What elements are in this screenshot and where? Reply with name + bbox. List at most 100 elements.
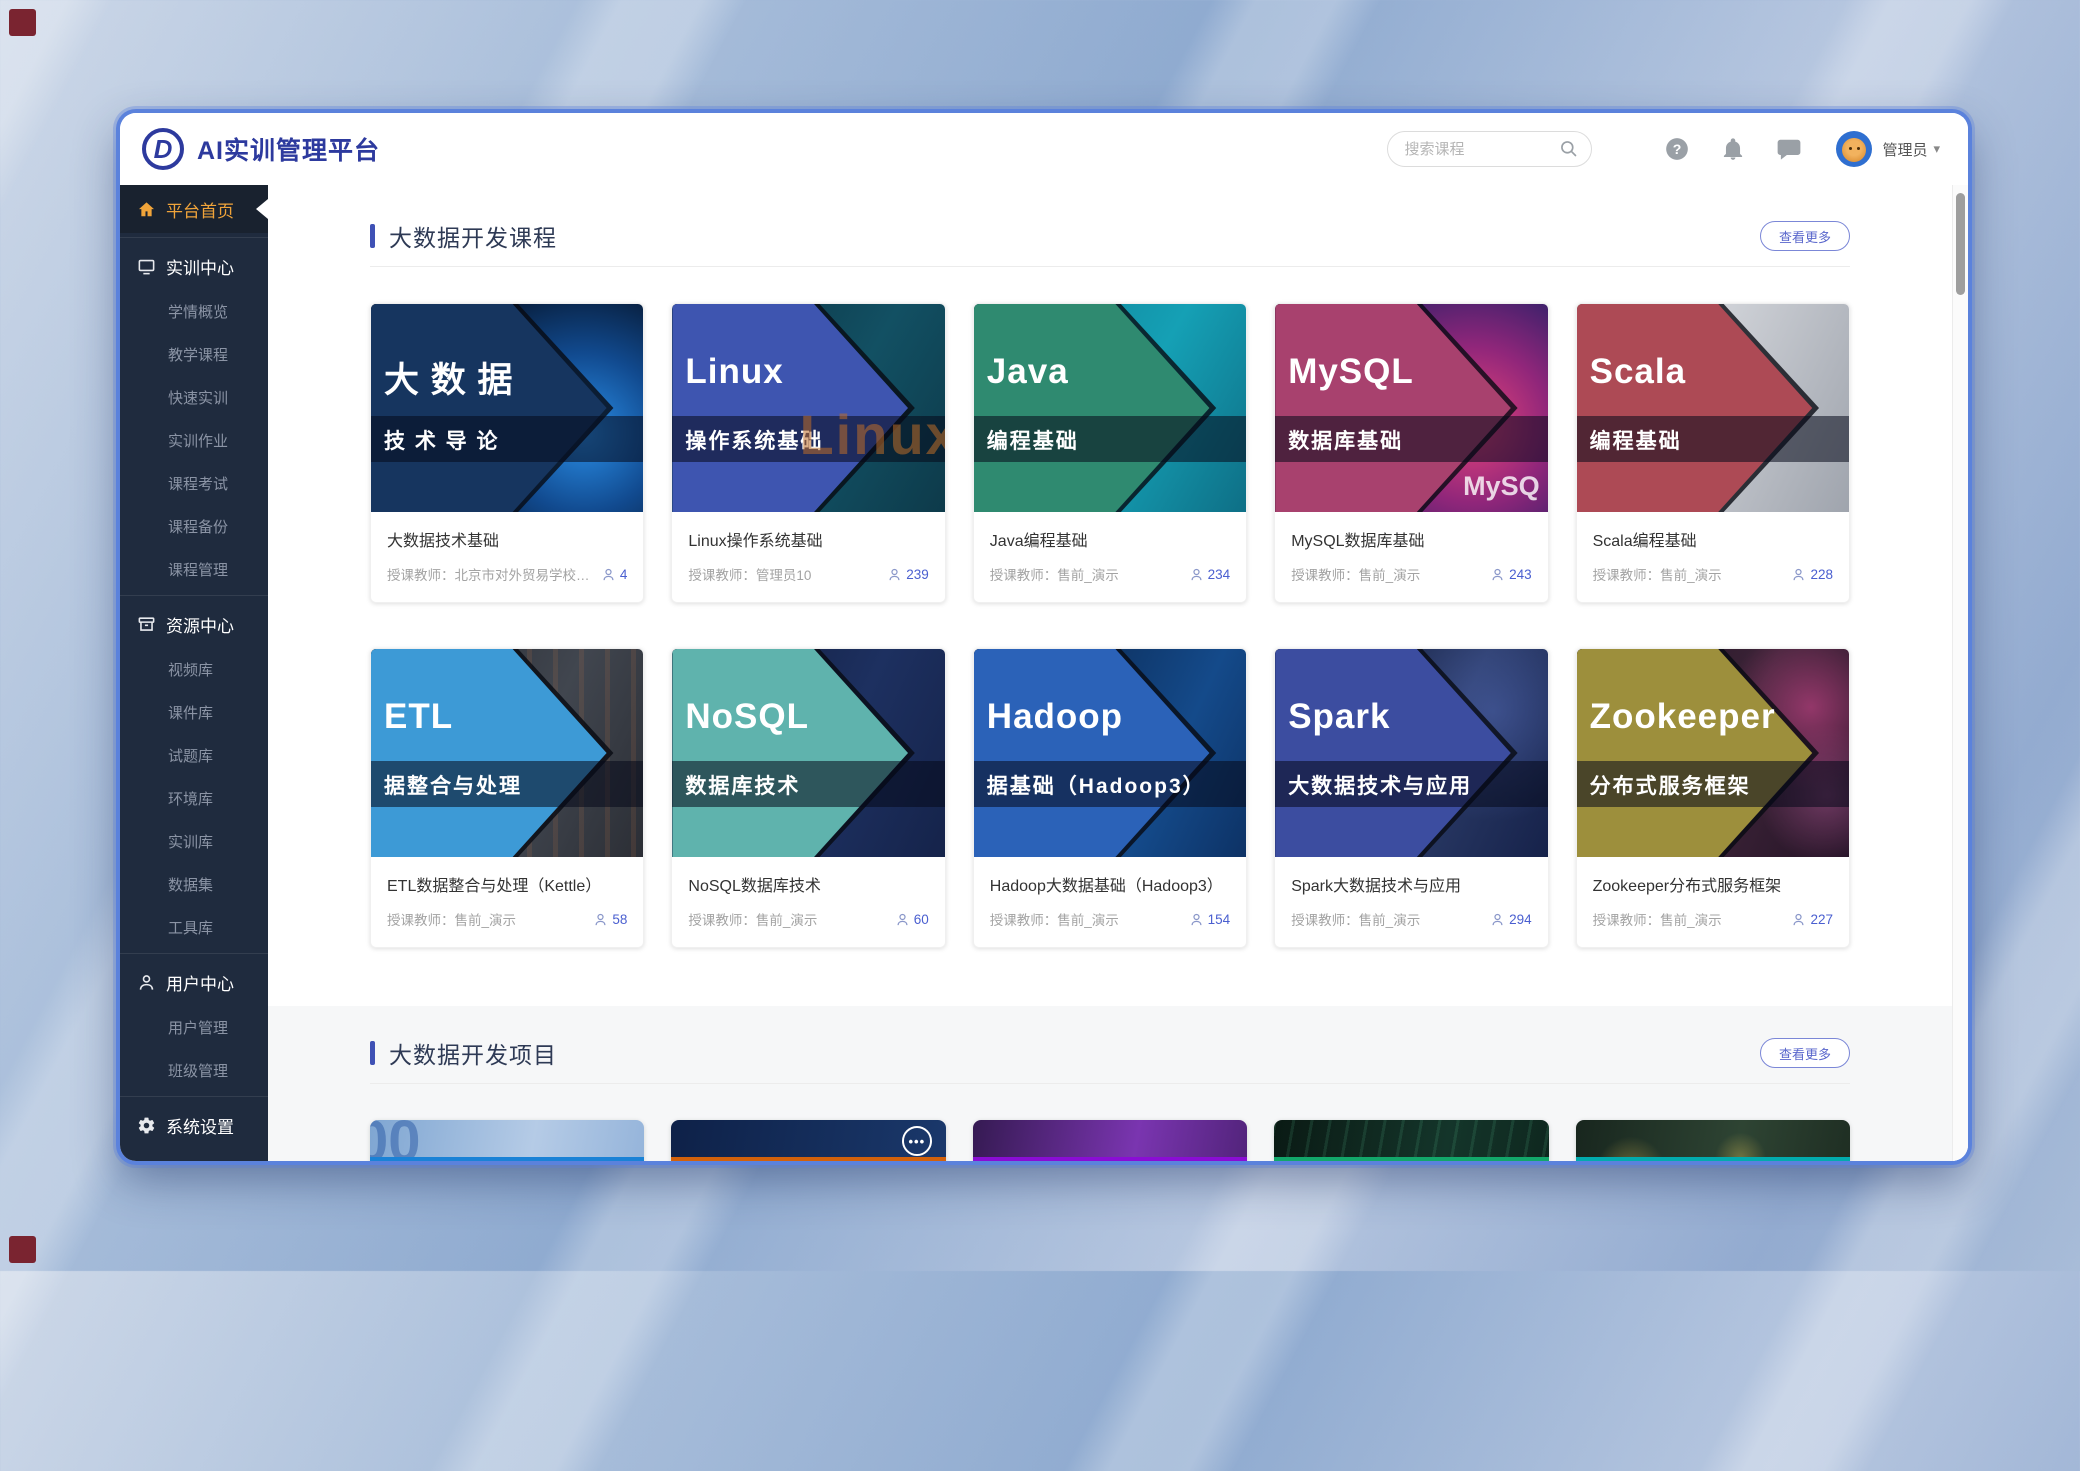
course-meta: 授课教师：售前_演示 234	[990, 564, 1230, 584]
banner-arrow-shape	[371, 304, 643, 512]
course-title: Linux操作系统基础	[688, 527, 928, 551]
user-name[interactable]: 管理员	[1882, 139, 1927, 160]
course-banner: MySQL 数据库基础 MySQ	[1275, 304, 1547, 512]
content-scrollbar[interactable]	[1952, 185, 1968, 1161]
sidebar-nav: 平台首页实训中心学情概览教学课程快速实训实训作业课程考试课程备份课程管理资源中心…	[120, 185, 268, 1149]
sidebar-item-user-center[interactable]: 用户中心	[120, 958, 268, 1006]
project-card[interactable]: ••• 大数据开发案例	[370, 1120, 644, 1161]
course-card[interactable]: Scala 编程基础 Scala编程基础 授课教师：售前_演示 228	[1576, 303, 1850, 603]
sidebar-subitem[interactable]: 视频库	[120, 648, 268, 691]
course-card[interactable]: Java 编程基础 Java编程基础 授课教师：售前_演示 234	[973, 303, 1247, 603]
banner-arrow-shape	[974, 304, 1246, 512]
projects-section-header: 大数据开发项目 查看更多	[370, 1032, 1850, 1074]
count-value: 4	[620, 567, 628, 582]
sidebar-subitem[interactable]: 用户管理	[120, 1006, 268, 1049]
course-banner: ETL 据整合与处理	[371, 649, 643, 857]
person-icon	[1791, 912, 1806, 927]
banner-subtitle: 分布式服务框架	[1590, 770, 1751, 800]
course-teacher: 授课教师：售前_演示	[1291, 564, 1482, 584]
search-input[interactable]	[1404, 141, 1559, 158]
person-icon	[1490, 912, 1505, 927]
banner-arrow-shape	[1577, 304, 1849, 512]
project-grid: ••• 大数据开发案例 ••• 大数据开发案例 ••• 大数据开发案例 ••• …	[370, 1120, 1850, 1161]
project-card[interactable]: ••• 大数据开发案例	[1274, 1120, 1548, 1161]
course-card[interactable]: Zookeeper 分布式服务框架 Zookeeper分布式服务框架 授课教师：…	[1576, 648, 1850, 948]
sidebar-item-label: 系统设置	[166, 1113, 234, 1138]
sidebar-item-training-center[interactable]: 实训中心	[120, 242, 268, 290]
sidebar-subitem[interactable]: 环境库	[120, 777, 268, 820]
count-value: 243	[1509, 567, 1532, 582]
sidebar-subitem[interactable]: 快速实训	[120, 376, 268, 419]
banner-subtitle: 操作系统基础	[685, 425, 823, 455]
sidebar-subitem[interactable]: 工具库	[120, 906, 268, 949]
course-info: Spark大数据技术与应用 授课教师：售前_演示 294	[1275, 857, 1547, 947]
sidebar-subitem[interactable]: 试题库	[120, 734, 268, 777]
banner-subtitle: 据基础（Hadoop3）	[987, 770, 1206, 800]
sidebar-subitem[interactable]: 实训库	[120, 820, 268, 863]
search-box[interactable]	[1387, 131, 1592, 167]
course-meta: 授课教师：售前_演示 60	[688, 909, 928, 929]
sidebar-item-system-settings[interactable]: 系统设置	[120, 1101, 268, 1149]
course-card[interactable]: Spark 大数据技术与应用 Spark大数据技术与应用 授课教师：售前_演示 …	[1274, 648, 1548, 948]
project-card[interactable]: ••• 大数据开发案例	[671, 1120, 945, 1161]
person-icon	[895, 912, 910, 927]
chevron-down-icon[interactable]: ▾	[1933, 141, 1940, 157]
sidebar-subitem[interactable]: 班级管理	[120, 1049, 268, 1092]
section-accent-bar	[370, 224, 375, 248]
course-card[interactable]: ETL 据整合与处理 ETL数据整合与处理（Kettle） 授课教师：售前_演示…	[370, 648, 644, 948]
search-icon[interactable]	[1559, 139, 1579, 159]
sidebar-subitem[interactable]: 课程管理	[120, 548, 268, 591]
banner-arrow-shape	[672, 304, 944, 512]
sidebar-subitem[interactable]: 课程考试	[120, 462, 268, 505]
enrollment-count: 227	[1791, 912, 1833, 927]
banner-subtitle: 编程基础	[987, 425, 1079, 455]
banner-arrow-shape	[371, 649, 643, 857]
enrollment-count: 60	[895, 912, 929, 927]
course-info: NoSQL数据库技术 授课教师：售前_演示 60	[672, 857, 944, 947]
course-card[interactable]: MySQL 数据库基础 MySQ MySQL数据库基础 授课教师：售前_演示 2…	[1274, 303, 1548, 603]
enrollment-count: 228	[1791, 567, 1833, 582]
sidebar-item-resource-center[interactable]: 资源中心	[120, 600, 268, 648]
sidebar-divider	[120, 953, 268, 954]
sidebar-divider	[120, 237, 268, 238]
banner-subtitle: 数据库技术	[685, 770, 800, 800]
course-banner: Hadoop 据基础（Hadoop3）	[974, 649, 1246, 857]
sidebar-subitem[interactable]: 课程备份	[120, 505, 268, 548]
projects-view-more-button[interactable]: 查看更多	[1760, 1038, 1850, 1068]
banner-subtitle: 数据库基础	[1288, 425, 1403, 455]
course-banner: NoSQL 数据库技术	[672, 649, 944, 857]
course-title: Scala编程基础	[1593, 527, 1833, 551]
project-band-label: 大数据开发案例	[973, 1157, 1247, 1161]
project-card[interactable]: ••• 大数据开发案例	[973, 1120, 1247, 1161]
message-icon[interactable]	[1776, 136, 1802, 162]
bell-icon[interactable]	[1720, 136, 1746, 162]
course-card[interactable]: Hadoop 据基础（Hadoop3） Hadoop大数据基础（Hadoop3）…	[973, 648, 1247, 948]
banner-arrow-shape	[1275, 649, 1547, 857]
count-value: 294	[1509, 912, 1532, 927]
courses-section-header: 大数据开发课程 查看更多	[370, 215, 1850, 257]
sidebar-subitem[interactable]: 课件库	[120, 691, 268, 734]
sidebar-subitem[interactable]: 教学课程	[120, 333, 268, 376]
course-card[interactable]: 大 数 据 技 术 导 论 大数据技术基础 授课教师：北京市对外贸易学校教...…	[370, 303, 644, 603]
project-band-label: 大数据开发案例	[370, 1157, 644, 1161]
person-icon	[1189, 567, 1204, 582]
help-icon[interactable]: ?	[1664, 136, 1690, 162]
banner-arrow-shape	[1577, 649, 1849, 857]
course-banner: Zookeeper 分布式服务框架	[1577, 649, 1849, 857]
enrollment-count: 58	[593, 912, 627, 927]
enrollment-count: 239	[887, 567, 929, 582]
sidebar-subitem[interactable]: 数据集	[120, 863, 268, 906]
project-card[interactable]: ••• 大数据开发案例	[1576, 1120, 1850, 1161]
sidebar-item-home[interactable]: 平台首页	[120, 185, 268, 233]
courses-view-more-button[interactable]: 查看更多	[1760, 221, 1850, 251]
course-meta: 授课教师：售前_演示 58	[387, 909, 627, 929]
course-card[interactable]: Linux 操作系统基础 Linux操作系统基础 授课教师：管理员10 239	[671, 303, 945, 603]
app-window: D AI实训管理平台 ? 管理员 ▾ 平台首页实训中心学情概览教学课程快速实训实…	[120, 113, 1968, 1161]
course-card[interactable]: NoSQL 数据库技术 NoSQL数据库技术 授课教师：售前_演示 60	[671, 648, 945, 948]
sidebar-subitem[interactable]: 学情概览	[120, 290, 268, 333]
sidebar-subitem[interactable]: 实训作业	[120, 419, 268, 462]
banner-title: Spark	[1288, 697, 1390, 737]
scrollbar-thumb[interactable]	[1956, 193, 1965, 295]
user-avatar[interactable]	[1836, 131, 1872, 167]
banner-title: Java	[987, 352, 1069, 392]
